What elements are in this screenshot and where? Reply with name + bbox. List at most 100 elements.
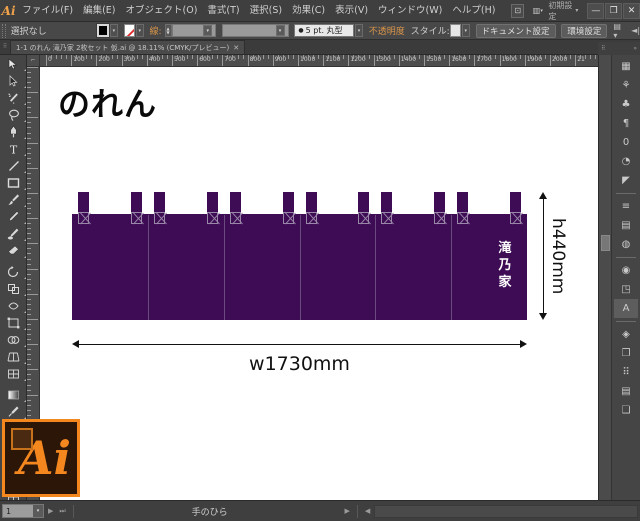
pathfinder-panel-icon[interactable]: ▤ [614, 382, 638, 401]
zoom-chevron-down-icon[interactable]: ▾ [33, 505, 43, 517]
menu-help[interactable]: ヘルプ(H) [447, 0, 500, 22]
workspace-switcher[interactable]: 初期設定 [548, 0, 573, 22]
gradient-panel-icon[interactable]: ◤ [614, 171, 638, 190]
tool-free-transform[interactable] [0, 314, 27, 331]
tool-scale[interactable] [0, 280, 27, 297]
preferences-button[interactable]: 環境設定 [561, 23, 608, 38]
tool-blob-brush[interactable] [0, 225, 27, 242]
graphic-styles-panel-icon[interactable]: ◳ [614, 280, 638, 299]
tool-eyedropper[interactable] [0, 403, 27, 420]
tool-direct-selection[interactable] [0, 72, 27, 89]
brush-definition-select[interactable]: ● 5 pt. 丸型 [294, 24, 355, 37]
anchor-point-box[interactable] [78, 212, 89, 224]
control-bar-grip[interactable] [2, 23, 6, 38]
symbols-panel-icon[interactable]: ♣ [614, 95, 638, 114]
transform-panel-icon[interactable]: ⠿ [614, 363, 638, 382]
layers-panel-icon[interactable]: ◈ [614, 325, 638, 344]
document-tab[interactable]: 1-1 のれん 滝乃家 2枚セット 仮.ai @ 18.11% (CMYK/プレ… [10, 40, 246, 54]
anchor-point-box[interactable] [282, 212, 294, 224]
anchor-point-box[interactable] [381, 212, 393, 224]
appearance-panel-icon[interactable]: ◉ [614, 261, 638, 280]
anchor-point-box[interactable] [206, 212, 218, 224]
arrange-documents-icon[interactable]: ▥ ▾ [529, 4, 546, 18]
scrollbar-thumb[interactable] [601, 235, 610, 251]
tool-rotate[interactable] [0, 263, 27, 280]
menu-view[interactable]: 表示(V) [330, 0, 373, 22]
menu-effect[interactable]: 効果(C) [287, 0, 330, 22]
tool-pen[interactable] [0, 123, 27, 140]
menu-window[interactable]: ウィンドウ(W) [373, 0, 447, 22]
anchor-point-box[interactable] [434, 212, 446, 224]
menu-file[interactable]: ファイル(F) [17, 0, 78, 22]
tool-rectangle[interactable] [0, 174, 27, 191]
document-tab-close-icon[interactable]: ✕ [233, 44, 239, 52]
artboard[interactable]: のれん 滝乃家 h440mm w1730mm [40, 67, 598, 500]
color-panel-icon[interactable]: ▦ [614, 57, 638, 76]
status-menu-icon[interactable]: ▶ [342, 507, 351, 515]
current-tool-label[interactable]: 手のひら [192, 505, 228, 518]
anchor-point-box[interactable] [229, 212, 241, 224]
canvas-vertical-scrollbar[interactable] [599, 55, 612, 500]
tab-bar-grip[interactable]: ⠿ [0, 39, 10, 54]
menu-select[interactable]: 選択(S) [245, 0, 287, 22]
anchor-point-box[interactable] [358, 212, 370, 224]
menu-object[interactable]: オブジェクト(O) [121, 0, 203, 22]
anchor-point-box[interactable] [510, 212, 521, 224]
artboard-prev-icon[interactable]: ▶ [46, 507, 55, 515]
maximize-button[interactable]: ❐ [605, 2, 623, 19]
artboards-panel-icon[interactable]: ❐ [614, 344, 638, 363]
horizontal-ruler[interactable]: 0 100 200 300 400 500 600 700 800 900 1000 1100 1200… [40, 55, 598, 67]
tool-paintbrush[interactable] [0, 191, 27, 208]
control-bar-overflow-icon[interactable]: ◄| [631, 26, 640, 35]
stroke-swatch-chevron-down-icon[interactable]: ▾ [135, 24, 144, 37]
noren-artwork[interactable]: 滝乃家 [72, 192, 527, 320]
ruler-origin-corner[interactable]: ⌐ [27, 55, 40, 67]
stroke-color-swatch[interactable] [123, 24, 135, 37]
tool-magic-wand[interactable] [0, 89, 27, 106]
stroke-profile-select[interactable]: ▾ [222, 24, 289, 37]
opacity-label[interactable]: 不透明度 [369, 24, 405, 37]
anchor-point-box[interactable] [153, 212, 165, 224]
tool-gradient[interactable] [0, 386, 27, 403]
tool-width[interactable] [0, 297, 27, 314]
character-panel-icon[interactable]: A [614, 299, 638, 318]
paragraph-panel-icon[interactable]: ¶ [614, 114, 638, 133]
tool-shape-builder[interactable] [0, 331, 27, 348]
close-button[interactable]: ✕ [623, 2, 640, 19]
artboard-last-icon[interactable]: ⏭ [57, 507, 67, 516]
workspace-chevron-down-icon[interactable]: ▾ [575, 7, 578, 14]
menu-type[interactable]: 書式(T) [202, 0, 244, 22]
tool-mesh[interactable] [0, 365, 27, 382]
style-chevron-down-icon[interactable]: ▾ [461, 24, 470, 37]
tool-pencil[interactable] [0, 208, 27, 225]
tool-perspective-grid[interactable] [0, 348, 27, 365]
zoom-level-input[interactable]: 1 ▾ [2, 504, 44, 518]
anchor-point-box[interactable] [457, 212, 469, 224]
stroke-weight-stepper[interactable]: ▲ ▼ [164, 24, 172, 37]
anchor-point-box[interactable] [305, 212, 317, 224]
tool-line-segment[interactable] [0, 157, 27, 174]
tool-selection[interactable] [0, 55, 27, 72]
control-bar-extra-icon[interactable]: ▤ ▾ [613, 22, 625, 40]
brush-definition-chevron-down-icon[interactable]: ▾ [355, 24, 363, 37]
tool-type[interactable]: T [0, 140, 27, 157]
links-panel-icon[interactable]: ❏ [614, 401, 638, 420]
stroke-weight-chevron-down-icon[interactable]: ▾ [203, 25, 213, 36]
tool-lasso[interactable] [0, 106, 27, 123]
fill-color-swatch[interactable] [96, 23, 110, 38]
menu-edit[interactable]: 編集(E) [78, 0, 120, 22]
transparency-panel-icon[interactable]: ◍ [614, 235, 638, 254]
color-guide-panel-icon[interactable]: ⚘ [614, 76, 638, 95]
tool-eraser[interactable] [0, 242, 27, 259]
horizontal-scrollbar[interactable] [374, 504, 639, 518]
swatches-panel-icon[interactable]: ◔ [614, 152, 638, 171]
dock-expand-icon[interactable]: » [633, 45, 637, 52]
scroll-left-icon[interactable]: ◀ [363, 507, 372, 515]
graphic-style-swatch[interactable] [449, 24, 461, 37]
dock-collapse-icon[interactable]: ⠿ [601, 45, 605, 52]
stroke-weight-input[interactable]: ▾ [171, 24, 217, 37]
brushes-panel-icon[interactable]: 0 [614, 133, 638, 152]
minimize-button[interactable]: — [587, 2, 605, 19]
stroke-profile-chevron-down-icon[interactable]: ▾ [275, 25, 285, 36]
fill-swatch-chevron-down-icon[interactable]: ▾ [109, 24, 118, 37]
